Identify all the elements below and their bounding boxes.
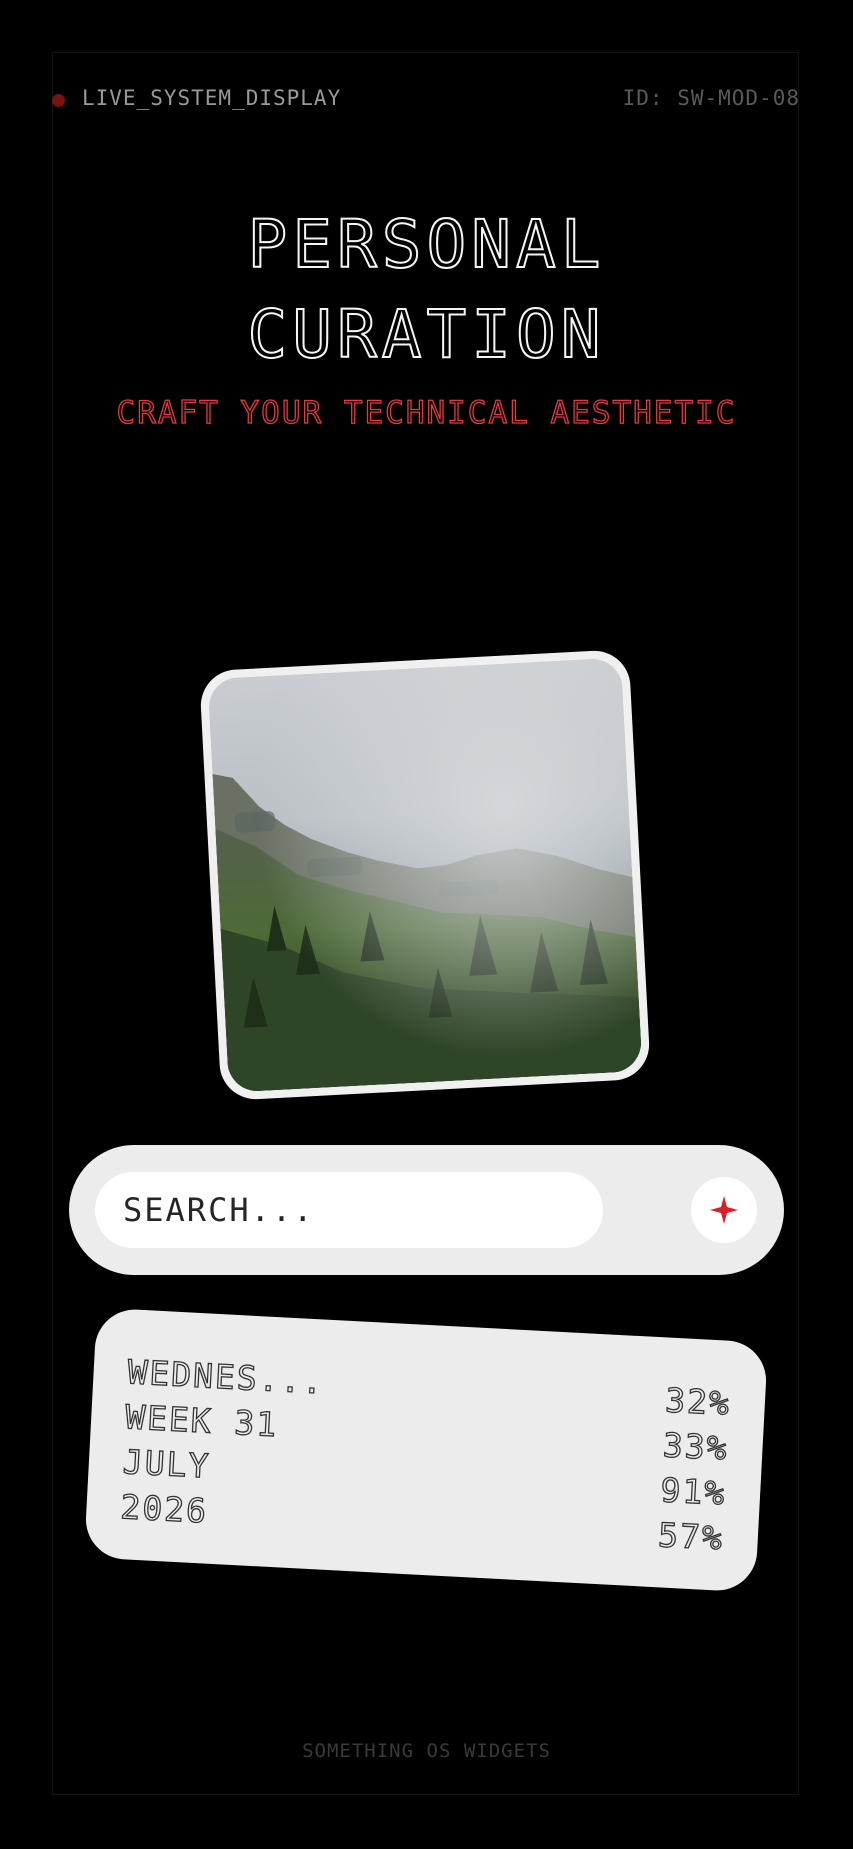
system-id: ID: SW-MOD-08	[622, 86, 800, 110]
page-title-line-1: PERSONAL	[247, 205, 606, 284]
search-input[interactable]	[95, 1172, 603, 1248]
progress-values: 32% 33% 91% 57%	[657, 1377, 733, 1560]
page-title-line-2: CURATION	[247, 295, 606, 374]
live-system-label: LIVE_SYSTEM_DISPLAY	[82, 86, 342, 110]
landscape-photo	[207, 657, 643, 1093]
date-stats-widget[interactable]: WEDNES... WEEK 31 JULY 2026 32% 33% 91% …	[83, 1307, 769, 1593]
week-progress: 33%	[661, 1425, 730, 1469]
sparkle-icon	[710, 1196, 738, 1224]
date-labels: WEDNES... WEEK 31 JULY 2026	[119, 1349, 326, 1539]
sparkle-button[interactable]	[691, 1177, 757, 1243]
photo-widget[interactable]	[199, 649, 651, 1101]
status-bar: LIVE_SYSTEM_DISPLAY ID: SW-MOD-08	[52, 86, 800, 114]
date-year: 2026	[119, 1486, 210, 1531]
year-progress: 57%	[657, 1515, 726, 1559]
month-progress: 91%	[659, 1470, 728, 1514]
search-widget	[69, 1145, 784, 1275]
day-progress: 32%	[664, 1380, 733, 1424]
footer-caption: SOMETHING OS WIDGETS	[302, 1740, 551, 1762]
live-indicator-dot	[52, 94, 65, 107]
page-subtitle: CRAFT YOUR TECHNICAL AESTHETIC	[116, 394, 737, 431]
